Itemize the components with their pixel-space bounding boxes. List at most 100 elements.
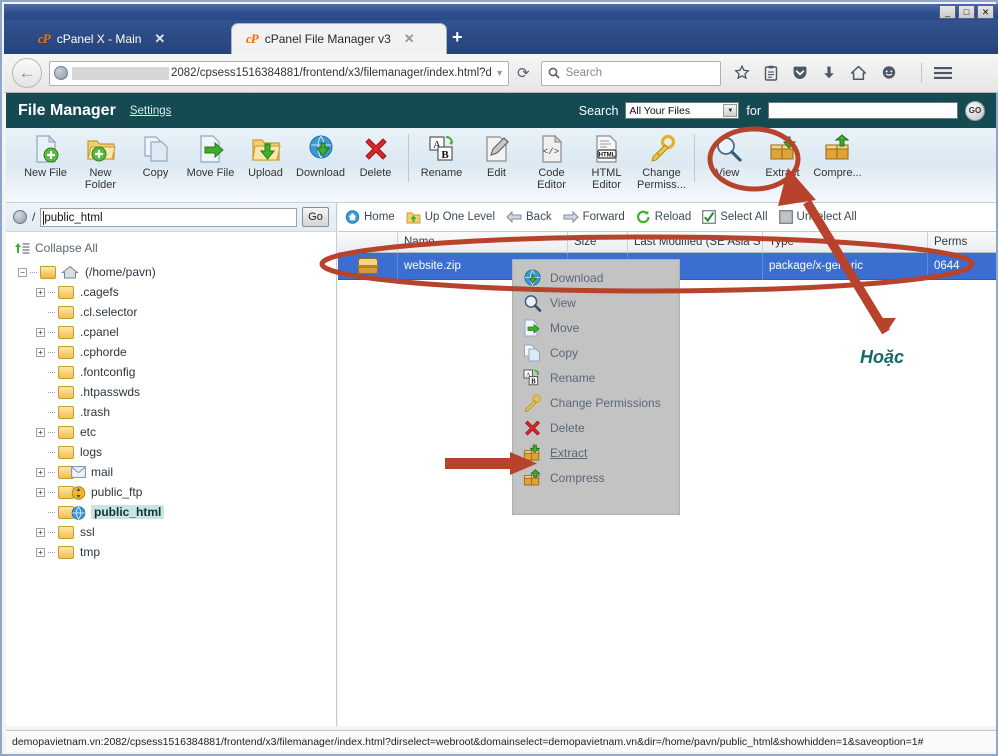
tree-node-etc[interactable]: +etc [14,422,336,442]
toolbar-move-file[interactable]: Move File [183,134,238,179]
toolbar-label: HTML Editor [579,167,634,191]
tree-connector [48,292,55,293]
path-go-button[interactable]: Go [302,207,329,227]
column-header-name[interactable]: Name [398,231,568,253]
column-header-perms[interactable]: Perms [928,231,996,253]
tree-node-cagefs[interactable]: +.cagefs [14,282,336,302]
tree-node-cpanel[interactable]: +.cpanel [14,322,336,342]
toolbar-new-file[interactable]: New File [18,134,73,179]
expand-toggle-icon[interactable]: + [36,428,45,437]
expand-toggle-icon[interactable]: + [36,328,45,337]
new-tab-button[interactable]: + [452,30,463,44]
home-icon[interactable] [850,65,867,81]
back-arrow-icon [506,211,522,223]
context-menu-item-change-permissions[interactable]: Change Permissions [513,390,679,415]
search-scope-select[interactable]: All Your Files ▼ [625,102,739,119]
maximize-button[interactable]: □ [958,5,975,19]
toolbar-label: Copy [143,167,169,179]
tree-node-cl-selector[interactable]: .cl.selector [14,302,336,322]
action-unselect-all[interactable]: Unselect All [779,210,857,224]
tab-cpanel-file-manager-v3[interactable]: cP cPanel File Manager v3 ✕ [232,24,446,54]
collapse-all-button[interactable]: Collapse All [14,241,336,255]
toolbar-rename[interactable]: A B Rename [414,134,469,179]
back-button[interactable]: ← [12,58,42,88]
tree-node-trash[interactable]: .trash [14,402,336,422]
expand-toggle-icon[interactable]: + [36,348,45,357]
column-header-size[interactable]: Size [568,231,628,253]
tab-close-icon[interactable]: ✕ [154,31,165,47]
tree-node-cphorde[interactable]: +.cphorde [14,342,336,362]
tab-cpanel-x-main[interactable]: cP cPanel X - Main ✕ [24,24,230,54]
search-input[interactable] [768,102,958,119]
svg-text:HTML: HTML [598,152,615,158]
tree-node-public-ftp[interactable]: +public_ftp [14,482,336,502]
context-menu-item-compress[interactable]: Compress [513,465,679,490]
collapse-toggle-icon[interactable]: − [18,268,27,277]
action-up-one-level[interactable]: Up One Level [406,210,495,224]
up-level-icon [406,210,421,224]
minimize-button[interactable]: _ [939,5,956,19]
toolbar-edit[interactable]: Edit [469,134,524,179]
action-reload[interactable]: Reload [636,210,691,224]
action-back[interactable]: Back [506,211,552,223]
context-menu-item-move[interactable]: Move [513,315,679,340]
search-go-button[interactable]: GO [965,101,985,121]
expand-toggle-icon[interactable]: + [36,288,45,297]
tree-node-public-html[interactable]: public_html [14,502,336,522]
context-menu-item-rename[interactable]: ABRename [513,365,679,390]
toolbar-delete[interactable]: Delete [348,134,403,179]
html-editor-icon: HTML [592,134,622,164]
column-header-last-modified[interactable]: Last Modified (SE Asia S [628,231,763,253]
browser-search-box[interactable]: Search [541,61,721,86]
tree-node-tmp[interactable]: +tmp [14,542,336,562]
toolbar-upload[interactable]: Upload [238,134,293,179]
toolbar-copy[interactable]: Copy [128,134,183,179]
expand-toggle-icon[interactable]: + [36,528,45,537]
toolbar-label: Edit [487,167,506,179]
download-icon[interactable] [822,65,836,81]
address-bar[interactable]: 2082/cpsess1516384881/frontend/x3/filema… [49,61,509,86]
tree-node-mail[interactable]: +mail [14,462,336,482]
expand-toggle-icon[interactable]: + [36,468,45,477]
pocket-icon[interactable] [792,65,808,81]
toolbar-new-folder[interactable]: New Folder [73,134,128,191]
tree-connector [48,332,55,333]
chevron-down-icon[interactable]: ▼ [723,104,737,117]
toolbar-extract[interactable]: Extract [755,134,810,179]
context-menu-item-download[interactable]: Download [513,265,679,290]
tab-close-icon[interactable]: ✕ [404,31,415,47]
column-header-type[interactable]: Type [763,231,928,253]
action-home[interactable]: Home [345,210,395,224]
tree-node-root[interactable]: − (/home/pavn) [14,262,336,282]
tree-node-logs[interactable]: logs [14,442,336,462]
settings-link[interactable]: Settings [130,105,172,117]
tree-connector [48,552,55,553]
toolbar-change-permissions[interactable]: Change Permiss... [634,134,689,191]
toolbar-compress[interactable]: Compre... [810,134,865,179]
toolbar-divider [694,134,695,182]
context-menu-item-delete[interactable]: Delete [513,415,679,440]
close-button[interactable]: ✕ [977,5,994,19]
reader-icon[interactable] [764,65,778,81]
tree-node-htpasswds[interactable]: .htpasswds [14,382,336,402]
toolbar-html-editor[interactable]: HTML HTML Editor [579,134,634,191]
reload-button[interactable]: ⟳ [517,64,530,82]
context-menu-item-extract[interactable]: Extract [513,440,679,465]
toolbar-code-editor[interactable]: </> Code Editor [524,134,579,191]
chevron-down-icon[interactable]: ▼ [491,68,504,78]
back-arrow-icon: ← [19,63,36,83]
star-icon[interactable] [734,65,750,81]
action-forward[interactable]: Forward [563,211,625,223]
tree-node-fontconfig[interactable]: .fontconfig [14,362,336,382]
menu-icon[interactable] [934,66,952,80]
toolbar-view[interactable]: View [700,134,755,179]
context-menu-item-copy[interactable]: Copy [513,340,679,365]
expand-toggle-icon[interactable]: + [36,548,45,557]
toolbar-download[interactable]: Download [293,134,348,179]
tree-node-ssl[interactable]: +ssl [14,522,336,542]
path-input[interactable]: public_html [40,208,297,227]
context-menu-item-view[interactable]: View [513,290,679,315]
action-select-all[interactable]: Select All [702,210,767,224]
chat-icon[interactable] [881,65,897,81]
expand-toggle-icon[interactable]: + [36,488,45,497]
